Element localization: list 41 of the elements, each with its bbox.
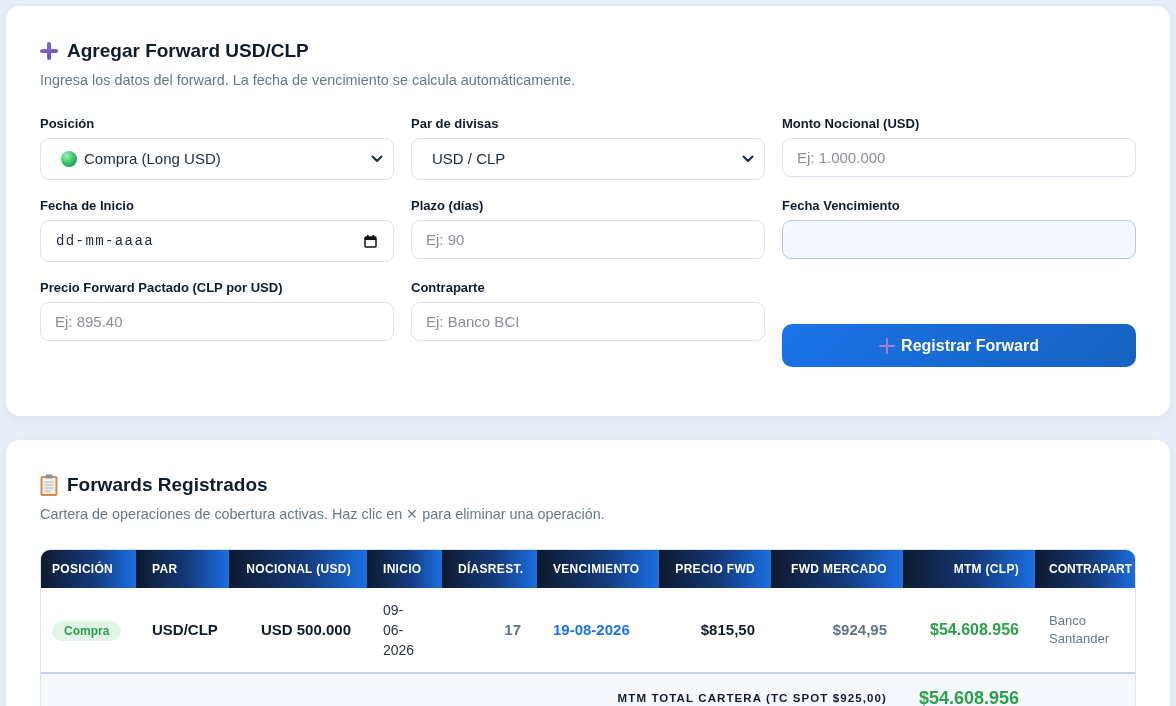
card-title: Agregar Forward USD/CLP bbox=[67, 39, 309, 63]
chevron-down-icon bbox=[742, 155, 754, 163]
field-label: Contraparte bbox=[411, 280, 486, 296]
column-header: MTM (CLP) bbox=[903, 550, 1035, 588]
dot-icon bbox=[61, 151, 77, 167]
field-label: Par de divisas bbox=[411, 116, 500, 132]
input-field[interactable]: Ej: 1.000.000 bbox=[782, 138, 1136, 177]
field-label: Posición bbox=[40, 116, 96, 132]
column-header: NOCIONAL (USD) bbox=[229, 550, 367, 588]
position-badge: Compra bbox=[52, 620, 122, 641]
input-field[interactable]: Ej: Banco BCI bbox=[411, 302, 765, 341]
column-header: POSICIÓN bbox=[41, 550, 136, 588]
card-subtitle: Cartera de operaciones de cobertura activas. Haz clic en ✕ para eliminar una operación. bbox=[40, 505, 606, 524]
column-header: PRECIO FWD bbox=[659, 550, 771, 588]
register-button[interactable]: Registrar Forward bbox=[782, 324, 1136, 367]
field-label: Plazo (días) bbox=[411, 198, 485, 214]
total-value: $54.608.956 bbox=[903, 673, 1035, 706]
chevron-down-icon bbox=[371, 155, 383, 163]
dropdown[interactable]: Compra (Long USD) bbox=[40, 138, 394, 180]
clipboard-icon bbox=[40, 474, 58, 496]
plus-icon bbox=[879, 337, 896, 354]
field-label: Precio Forward Pactado (CLP por USD) bbox=[40, 280, 284, 296]
card-title: Forwards Registrados bbox=[67, 473, 268, 497]
field-label: Monto Nocional (USD) bbox=[782, 116, 921, 132]
readonly-field[interactable] bbox=[782, 220, 1136, 259]
column-header: VENCIMIENTO bbox=[537, 550, 659, 588]
field-label: Fecha Vencimiento bbox=[782, 198, 901, 214]
field-label: Fecha de Inicio bbox=[40, 198, 135, 214]
input-field[interactable]: Ej: 895.40 bbox=[40, 302, 394, 341]
card-subtitle: Ingresa los datos del forward. La fecha de vencimiento se calcula automáticamente. bbox=[40, 71, 577, 90]
column-header: INICIO bbox=[367, 550, 442, 588]
column-header: FWD MERCADO bbox=[771, 550, 903, 588]
date-field[interactable]: dd-mm-aaaa bbox=[40, 220, 394, 262]
input-field[interactable]: Ej: 90 bbox=[411, 220, 765, 259]
column-header: DÍASREST. bbox=[442, 550, 537, 588]
plus-icon bbox=[40, 42, 58, 60]
total-label: MTM TOTAL CARTERA (TC SPOT $925,00) bbox=[41, 673, 903, 706]
dropdown[interactable]: USD / CLP bbox=[411, 138, 765, 180]
calendar-icon bbox=[364, 235, 377, 248]
column-header: PAR bbox=[136, 550, 229, 588]
column-header: CONTRAPART bbox=[1035, 550, 1135, 588]
